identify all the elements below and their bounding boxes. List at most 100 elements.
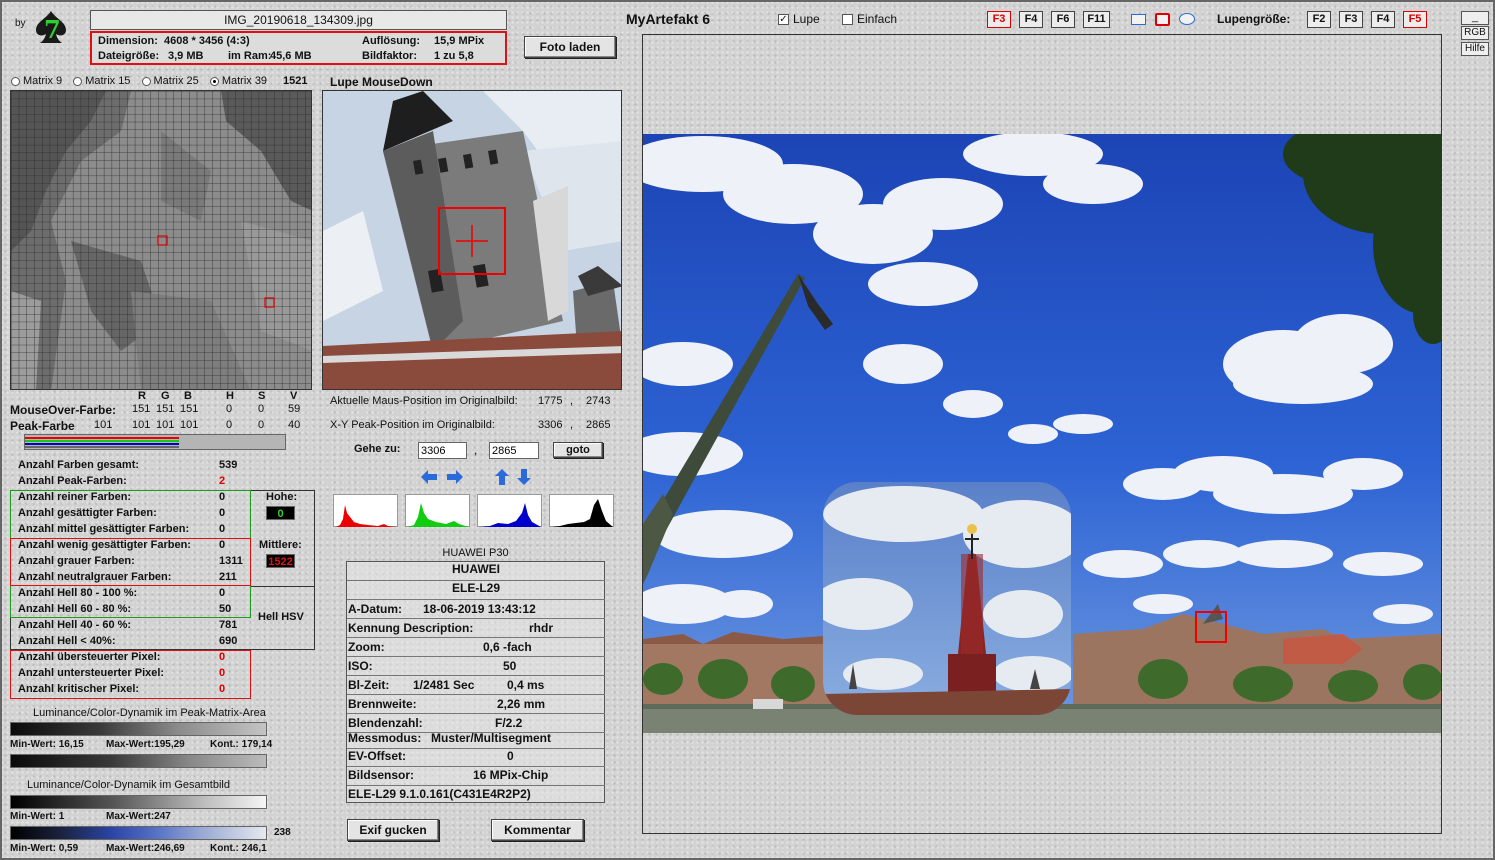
hell60-label: Anzahl Hell 60 - 80 %: xyxy=(18,603,132,615)
peak-dynamics-label: Luminance/Color-Dynamik im Peak-Matrix-A… xyxy=(33,707,266,719)
rgb-button[interactable]: RGB xyxy=(1461,26,1489,40)
goto-button[interactable]: goto xyxy=(553,442,603,458)
exif-iso-label: ISO: xyxy=(348,659,373,673)
gray-colors-label: Anzahl grauer Farben: xyxy=(18,555,135,567)
underexposed-value: 0 xyxy=(219,667,226,679)
matrix-count: 1521 xyxy=(283,75,308,87)
exif-blzeit-value1: 1/2481 Sec xyxy=(413,678,475,692)
exif-zoom-row: Zoom: 0,6 -fach xyxy=(347,638,605,657)
filename: IMG_20190618_134309.jpg xyxy=(224,13,373,27)
exif-ev-label: EV-Offset: xyxy=(348,749,407,763)
exif-brennweite-row: Brennweite: 2,26 mm xyxy=(347,695,605,714)
hell60-value: 50 xyxy=(219,603,232,615)
filename-box: IMG_20190618_134309.jpg xyxy=(90,10,507,30)
logo-seven: 7 xyxy=(44,15,61,44)
radio-selected-icon xyxy=(209,76,219,86)
matrix-9-radio[interactable]: Matrix 9 xyxy=(11,75,62,87)
neutral-gray-label: Anzahl neutralgrauer Farben: xyxy=(18,571,172,583)
peak-s: 0 xyxy=(258,419,265,431)
lupe-checkbox[interactable]: ✓ Lupe xyxy=(778,12,820,26)
low-sat-colors-label: Anzahl wenig gesättigter Farben: xyxy=(18,539,191,551)
saturated-colors-label: Anzahl gesättigter Farben: xyxy=(18,507,157,519)
total-colors-label: Anzahl Farben gesamt: xyxy=(18,459,140,471)
hohe-label: Hohe: xyxy=(266,491,298,503)
col-header-h: H xyxy=(226,390,234,402)
lupe-view[interactable] xyxy=(322,90,622,390)
ram-value: 45,6 MB xyxy=(270,50,312,62)
app-title: MyArtefakt 6 xyxy=(626,11,711,27)
exif-zoom-value: 0,6 -fach xyxy=(483,640,532,654)
exif-iso-row: ISO: 50 xyxy=(347,657,605,676)
load-photo-button[interactable]: Foto laden xyxy=(524,36,616,58)
hell0-value: 690 xyxy=(219,635,238,647)
color-max: Max-Wert:246,69 xyxy=(106,843,185,854)
arrow-right-icon[interactable] xyxy=(446,469,464,485)
einfach-checkbox[interactable]: Einfach xyxy=(842,12,897,26)
exif-model: ELE-L29 xyxy=(451,581,500,595)
mouse-pos-label: Aktuelle Maus-Position im Originalbild: xyxy=(330,395,518,407)
goto-y-input[interactable] xyxy=(489,442,539,459)
minimize-button[interactable]: _ xyxy=(1461,11,1489,25)
help-button[interactable]: Hilfe xyxy=(1461,42,1489,56)
col-header-g: G xyxy=(161,390,170,402)
exif-brennweite-label: Brennweite: xyxy=(348,697,417,711)
hell40-label: Anzahl Hell 40 - 60 %: xyxy=(18,619,132,631)
exif-button[interactable]: Exif gucken xyxy=(347,819,439,841)
ramp-value: 238 xyxy=(274,827,291,838)
fkey-f3-button[interactable]: F3 xyxy=(987,11,1011,28)
peak-pos-x: 3306 xyxy=(538,419,563,431)
fkey-f6-button[interactable]: F6 xyxy=(1051,11,1075,28)
goto-x-input[interactable] xyxy=(418,442,467,459)
black-divider xyxy=(251,586,315,587)
whole-dynamics-label: Luminance/Color-Dynamik im Gesamtbild xyxy=(27,779,230,791)
mouseover-color-label: MouseOver-Farbe: xyxy=(10,403,117,417)
resolution-value: 15,9 MPix xyxy=(434,35,485,47)
arrow-up-icon[interactable] xyxy=(494,468,510,486)
matrix-15-radio[interactable]: Matrix 15 xyxy=(73,75,130,87)
matrix-25-radio[interactable]: Matrix 25 xyxy=(141,75,199,87)
main-photo[interactable] xyxy=(643,134,1441,733)
hell-hsv-label: Hell HSV xyxy=(258,611,304,623)
goto-comma: , xyxy=(474,443,478,457)
fkey-f4-button[interactable]: F4 xyxy=(1019,11,1043,28)
spade-logo-icon: 7 xyxy=(32,9,70,45)
exif-blzeit-label: Bl-Zeit: xyxy=(348,678,390,692)
exif-zoom-label: Zoom: xyxy=(348,640,385,654)
filesize-value: 3,9 MB xyxy=(168,50,204,62)
rounded-shape-icon[interactable] xyxy=(1155,13,1170,26)
hell80-label: Anzahl Hell 80 - 100 %: xyxy=(18,587,138,599)
rect-shape-icon[interactable] xyxy=(1131,14,1146,25)
lupe-f2-button[interactable]: F2 xyxy=(1307,11,1331,28)
radio-icon xyxy=(11,76,20,86)
pixel-matrix[interactable] xyxy=(10,90,312,390)
color-swatch-bar xyxy=(24,434,286,450)
exif-date-label: A-Datum: xyxy=(348,602,402,616)
histogram-green xyxy=(405,494,470,527)
overexposed-label: Anzahl übersteuerter Pixel: xyxy=(18,651,161,663)
lupe-f3-button[interactable]: F3 xyxy=(1339,11,1363,28)
mid-sat-colors-label: Anzahl mittel gesättigter Farben: xyxy=(18,523,190,535)
matrix-39-radio[interactable]: Matrix 39 xyxy=(209,75,268,87)
mouse-pos-y: 2743 xyxy=(586,395,611,407)
exif-date-row: A-Datum: 18-06-2019 13:43:12 xyxy=(347,600,605,619)
matrix-9-label: Matrix 9 xyxy=(23,75,63,87)
exif-mess-label: Messmodus: xyxy=(348,731,422,745)
fkey-f11-button[interactable]: F11 xyxy=(1083,11,1110,28)
exif-blzeit-row: Bl-Zeit: 1/2481 Sec 0,4 ms xyxy=(347,676,605,695)
arrow-left-icon[interactable] xyxy=(420,469,438,485)
peak-max: Max-Wert:195,29 xyxy=(106,739,185,750)
arrow-down-icon[interactable] xyxy=(516,468,532,486)
pure-colors-value: 0 xyxy=(219,491,226,503)
lupe-f5-button[interactable]: F5 xyxy=(1403,11,1427,28)
peak-color-label: Peak-Farbe xyxy=(10,419,75,433)
ellipse-shape-icon[interactable] xyxy=(1179,13,1195,25)
lupe-f4-button[interactable]: F4 xyxy=(1371,11,1395,28)
exif-brennweite-value: 2,26 mm xyxy=(497,697,546,711)
comment-button[interactable]: Kommentar xyxy=(491,819,584,841)
lupengroesse-label: Lupengröße: xyxy=(1217,12,1291,26)
matrix-39-label: Matrix 39 xyxy=(221,75,268,87)
saturated-colors-value: 0 xyxy=(219,507,226,519)
hell0-label: Anzahl Hell < 40%: xyxy=(18,635,116,647)
radio-icon xyxy=(73,76,83,86)
mouseover-r: 151 xyxy=(132,403,151,415)
